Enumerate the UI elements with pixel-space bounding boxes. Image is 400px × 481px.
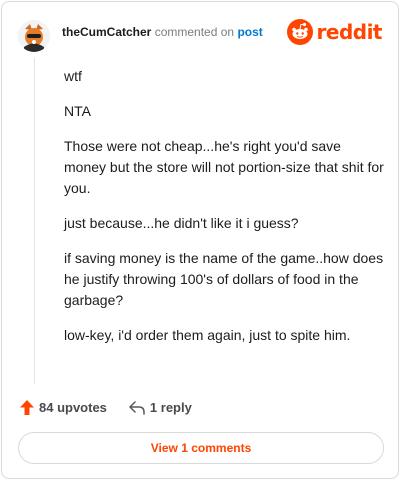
reddit-wordmark: reddit xyxy=(316,20,383,44)
reply-count: 1 reply xyxy=(149,400,192,415)
avatar[interactable] xyxy=(18,20,50,52)
comment-actions: 84 upvotes 1 reply xyxy=(20,400,192,415)
comment-paragraph: wtf xyxy=(64,68,82,84)
username[interactable]: theCumCatcher xyxy=(62,25,151,39)
comment-body: wtf NTA Those were not cheap...he's righ… xyxy=(64,66,384,360)
comment-paragraph: low-key, i'd order them again, just to s… xyxy=(64,327,351,343)
post-link[interactable]: post xyxy=(237,25,262,39)
reply-button[interactable]: 1 reply xyxy=(129,400,192,415)
reply-icon xyxy=(129,400,145,415)
comment-paragraph: NTA xyxy=(64,103,91,119)
comment-paragraph: Those were not cheap...he's right you'd … xyxy=(64,138,384,196)
upvote-count: 84 upvotes xyxy=(39,400,107,415)
thread-line xyxy=(34,58,35,384)
comment-paragraph: if saving money is the name of the game.… xyxy=(64,250,384,308)
comment-card: theCumCatcher commented on post reddit w… xyxy=(1,1,399,479)
view-comments-button[interactable]: View 1 comments xyxy=(18,432,384,464)
upvote-arrow-icon xyxy=(20,400,34,415)
comment-paragraph: just because...he didn't like it i guess… xyxy=(64,215,299,231)
comment-header: theCumCatcher commented on post reddit xyxy=(18,16,383,56)
comment-action-text: commented on xyxy=(154,25,235,39)
reddit-logo[interactable]: reddit xyxy=(286,19,383,45)
upvote-button[interactable]: 84 upvotes xyxy=(20,400,107,415)
reddit-logo-icon xyxy=(286,19,313,45)
avatar-image xyxy=(18,20,50,52)
comment-meta: theCumCatcher commented on post xyxy=(62,24,263,40)
